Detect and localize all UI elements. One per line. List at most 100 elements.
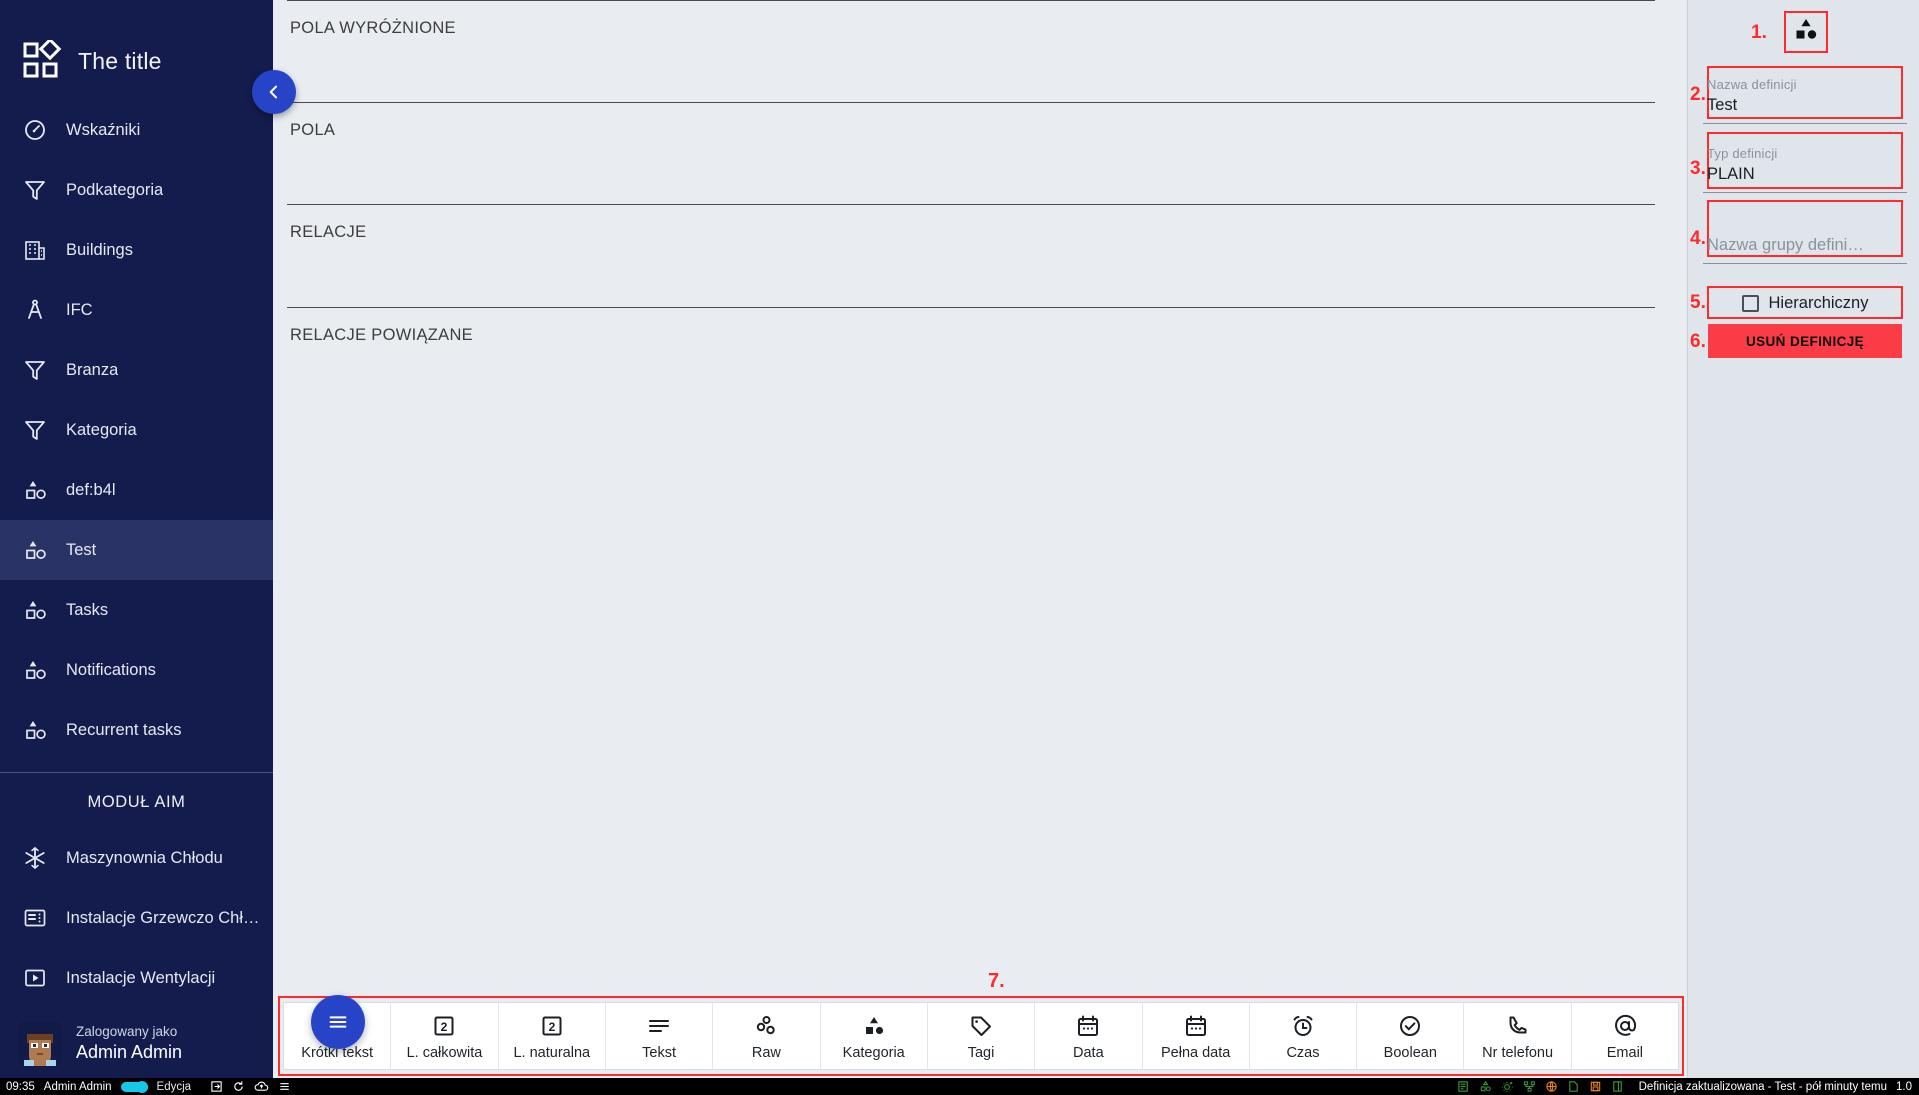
- sidebar-item-podkategoria[interactable]: Podkategoria: [0, 160, 273, 220]
- tool-label: Boolean: [1383, 1044, 1437, 1061]
- edit-mode-toggle[interactable]: [120, 1080, 148, 1093]
- sidebar-item-recurrent-tasks[interactable]: Recurrent tasks: [0, 700, 273, 760]
- sidebar-item-def-b4l[interactable]: def:b4l: [0, 460, 273, 520]
- sidebar-collapse-button[interactable]: [252, 70, 296, 114]
- number-box-icon: 2: [431, 1012, 457, 1040]
- alarm-clock-icon: [1290, 1012, 1316, 1040]
- section-pola-wyroznione: POLA WYRÓŻNIONE: [287, 0, 1655, 102]
- sidebar-item-label: Podkategoria: [66, 180, 164, 199]
- sidebar-item-label: Branza: [66, 360, 119, 379]
- delete-definition-button[interactable]: USUŃ DEFINICJĘ: [1708, 324, 1902, 358]
- definition-name-field[interactable]: Nazwa definicji Test: [1703, 70, 1907, 124]
- tool-raw[interactable]: Raw: [713, 1003, 821, 1069]
- sidebar-item-test[interactable]: Test: [0, 520, 273, 580]
- tool-data[interactable]: Data: [1035, 1003, 1143, 1069]
- definition-name-value[interactable]: Test: [1703, 94, 1907, 123]
- circles-icon: [753, 1012, 779, 1040]
- gauge-icon: [22, 117, 48, 143]
- cloud-upload-icon[interactable]: [254, 1080, 269, 1093]
- sidebar-item-label: Tasks: [66, 600, 109, 619]
- status-bar-right: Definicja zaktualizowana - Test - pół mi…: [1457, 1080, 1919, 1093]
- sidebar-item-tasks[interactable]: Tasks: [0, 580, 273, 640]
- tool-pelna-data[interactable]: Pełna data: [1142, 1003, 1250, 1069]
- status-user: Admin Admin: [43, 1080, 112, 1093]
- shapes-icon: [861, 1012, 887, 1040]
- login-icon[interactable]: [210, 1080, 223, 1093]
- status-version: 1.0: [1896, 1080, 1912, 1093]
- menu-icon[interactable]: [278, 1080, 291, 1093]
- shapes-icon: [22, 657, 48, 683]
- sidebar-item-instalacje-grzewczo-chlodnicze[interactable]: Instalacje Grzewczo Chłod…: [0, 888, 273, 948]
- status-bar: 09:35 Admin Admin Edycja Definicja zaktu…: [0, 1078, 1919, 1095]
- tool-label: Raw: [751, 1044, 781, 1061]
- add-field-fab[interactable]: [311, 995, 365, 1049]
- tool-label: Pełna data: [1160, 1044, 1231, 1061]
- tool-tagi[interactable]: Tagi: [927, 1003, 1036, 1069]
- at-icon: [1612, 1012, 1638, 1040]
- save-icon[interactable]: [1589, 1080, 1602, 1093]
- phone-icon: [1505, 1012, 1531, 1040]
- tool-kategoria[interactable]: Kategoria: [820, 1003, 928, 1069]
- tool-label: Kategoria: [842, 1044, 905, 1061]
- sections-container: POLA WYRÓŻNIONE POLA RELACJE RELACJE POW…: [273, 0, 1687, 974]
- app-logo-icon: [22, 37, 64, 82]
- tool-l-naturalna[interactable]: 2 L. naturalna: [498, 1003, 606, 1069]
- sidebar-item-label: Buildings: [66, 240, 133, 259]
- definition-type-value[interactable]: PLAIN: [1703, 163, 1907, 192]
- tool-l-calkowita[interactable]: 2 L. całkowita: [391, 1003, 499, 1069]
- tool-email[interactable]: Email: [1571, 1003, 1679, 1069]
- svg-text:2: 2: [548, 1020, 555, 1034]
- checkbox-icon[interactable]: [1741, 294, 1759, 312]
- annotation-marker-7: 7.: [988, 970, 1005, 992]
- snowflake-icon: [22, 845, 48, 871]
- compass-icon: [22, 297, 48, 323]
- calendar-icon: [1075, 1012, 1101, 1040]
- sitemap-icon[interactable]: [1523, 1080, 1536, 1093]
- file-icon[interactable]: [1567, 1080, 1580, 1093]
- tool-nr-telefonu[interactable]: Nr telefonu: [1464, 1003, 1572, 1069]
- definition-group-placeholder[interactable]: Nazwa grupy defini…: [1703, 234, 1907, 263]
- sidebar-item-buildings[interactable]: Buildings: [0, 220, 273, 280]
- shapes-icon: [22, 477, 48, 503]
- tool-boolean[interactable]: Boolean: [1357, 1003, 1465, 1069]
- globe-icon[interactable]: [1545, 1080, 1558, 1093]
- database-icon[interactable]: [1457, 1080, 1470, 1093]
- tool-tekst[interactable]: Tekst: [605, 1003, 714, 1069]
- gear-plus-icon[interactable]: [1501, 1080, 1514, 1093]
- tool-czas[interactable]: Czas: [1249, 1003, 1358, 1069]
- sidebar-item-notifications[interactable]: Notifications: [0, 640, 273, 700]
- tool-label: Nr telefonu: [1482, 1044, 1554, 1061]
- annotation-marker-6: 6.: [1690, 331, 1706, 352]
- sidebar-nav: Wskaźniki Podkategoria Buildings IFC Bra…: [0, 100, 273, 760]
- tool-label: Czas: [1286, 1044, 1320, 1061]
- filter-icon: [22, 417, 48, 443]
- shapes-icon[interactable]: [1479, 1080, 1492, 1093]
- type-toolbar: Krótki tekst 2 L. całkowita 2 L. natural…: [283, 1002, 1679, 1070]
- sidebar-item-kategoria[interactable]: Kategoria: [0, 400, 273, 460]
- section-title: RELACJE: [290, 223, 367, 241]
- shapes-icon: [22, 597, 48, 623]
- sidebar-item-wskazniki[interactable]: Wskaźniki: [0, 100, 273, 160]
- sidebar-item-instalacje-wentylacji[interactable]: Instalacje Wentylacji: [0, 948, 273, 1008]
- panel-icon: [22, 905, 48, 931]
- sidebar-item-branza[interactable]: Branza: [0, 340, 273, 400]
- definition-type-icon-button[interactable]: [1786, 14, 1826, 50]
- section-title: RELACJE POWIĄZANE: [290, 326, 473, 344]
- definition-type-field[interactable]: Typ definicji PLAIN: [1703, 139, 1907, 193]
- sidebar-item-label: Test: [66, 540, 97, 559]
- sidebar-item-label: Kategoria: [66, 420, 137, 439]
- refresh-icon[interactable]: [232, 1080, 245, 1093]
- sidebar-item-maszynownia-chlodu[interactable]: Maszynownia Chłodu: [0, 828, 273, 888]
- hierarchical-checkbox-row[interactable]: Hierarchiczny: [1707, 289, 1903, 317]
- annotation-marker-5: 5.: [1690, 292, 1706, 313]
- sidebar-item-ifc[interactable]: IFC: [0, 280, 273, 340]
- chevron-left-icon: [269, 85, 278, 99]
- sidebar-item-label: Instalacje Wentylacji: [66, 968, 216, 987]
- tool-label: L. naturalna: [513, 1044, 591, 1061]
- user-name: Admin Admin: [76, 1042, 183, 1063]
- sidebar-user[interactable]: Zalogowany jako Admin Admin: [0, 1014, 273, 1066]
- exit-icon[interactable]: [1611, 1080, 1624, 1093]
- avatar: [18, 1022, 62, 1066]
- definition-group-field[interactable]: Nazwa grupy defini…: [1703, 208, 1907, 264]
- status-clock: 09:35: [6, 1080, 35, 1093]
